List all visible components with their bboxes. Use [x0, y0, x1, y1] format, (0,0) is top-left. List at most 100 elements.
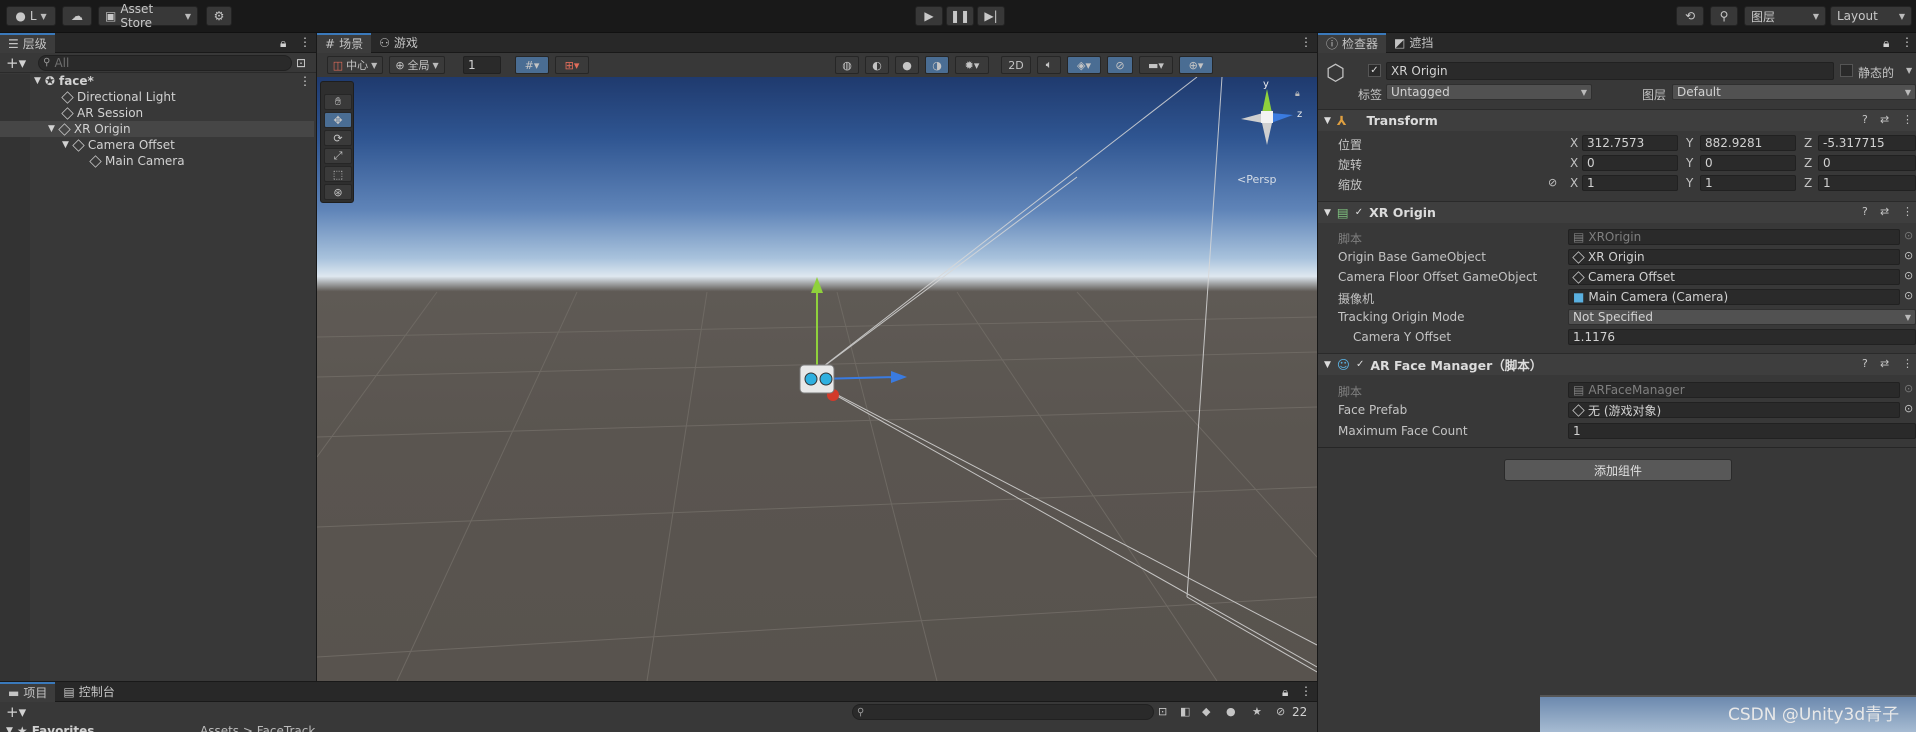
- tab-inspector[interactable]: ⓘ 检查器: [1318, 33, 1387, 53]
- search-filter-icon[interactable]: ⊡: [1158, 705, 1167, 718]
- pause-button[interactable]: ❚❚: [946, 6, 974, 26]
- hierarchy-item-ar-session[interactable]: AR Session: [0, 105, 314, 121]
- tab-scene[interactable]: # 场景: [317, 32, 372, 53]
- object-picker-icon[interactable]: ⊙: [1904, 269, 1913, 282]
- rotation-z-field[interactable]: 0: [1818, 155, 1916, 171]
- shading-shaded-wire-button[interactable]: ◐: [865, 56, 889, 74]
- chevron-down-icon[interactable]: ▼: [1906, 66, 1912, 75]
- effects-button[interactable]: ◈▾: [1067, 56, 1101, 74]
- more-icon[interactable]: ⋮: [299, 74, 311, 88]
- tab-hierarchy[interactable]: ☰ 层级: [0, 32, 55, 53]
- lock-icon[interactable]: 🔒︎: [280, 36, 286, 51]
- origin-base-field[interactable]: XR Origin: [1568, 249, 1900, 265]
- tag-dropdown[interactable]: Untagged ▼: [1386, 84, 1592, 100]
- projection-label[interactable]: <Persp: [1237, 173, 1276, 186]
- mode-2d-button[interactable]: 2D: [1001, 56, 1031, 74]
- add-icon[interactable]: +▾: [6, 703, 26, 721]
- transform-header[interactable]: ▼ ⅄ Transform: [1318, 109, 1916, 131]
- object-picker-icon[interactable]: ⊙: [1904, 402, 1913, 415]
- transform-tool-button[interactable]: ⊛: [324, 184, 352, 200]
- position-x-field[interactable]: 312.7573: [1582, 135, 1678, 151]
- favorites-row[interactable]: ▼ ★ Favorites: [6, 724, 94, 732]
- breadcrumb[interactable]: Assets > FaceTrack: [200, 724, 315, 732]
- tab-console[interactable]: ▤ 控制台: [55, 682, 122, 702]
- scale-tool-button[interactable]: ⤢: [324, 148, 352, 164]
- cloud-button[interactable]: ☁: [62, 6, 92, 26]
- gizmos-button[interactable]: ⊕▾: [1179, 56, 1213, 74]
- project-search-input[interactable]: ⚲: [852, 704, 1154, 720]
- account-button[interactable]: ● L ▼: [6, 6, 56, 26]
- more-icon[interactable]: ⋮: [1300, 684, 1312, 698]
- max-face-count-field[interactable]: 1: [1568, 423, 1916, 439]
- grid-size-input[interactable]: 1: [463, 56, 501, 74]
- step-button[interactable]: ▶|: [977, 6, 1005, 26]
- more-icon[interactable]: ⋮: [1902, 357, 1913, 370]
- object-picker-icon[interactable]: ⊙: [1904, 249, 1913, 262]
- type-filter-icon[interactable]: ◧: [1180, 705, 1190, 718]
- more-icon[interactable]: ⋮: [1902, 113, 1913, 126]
- grid-snap-button[interactable]: #▾: [515, 56, 549, 74]
- orientation-gizmo[interactable]: y z 🔒︎: [1227, 79, 1311, 167]
- position-y-field[interactable]: 882.9281: [1700, 135, 1796, 151]
- xr-origin-header[interactable]: ▼ ▤ ✓ XR Origin: [1318, 201, 1916, 223]
- rect-tool-button[interactable]: ⬚: [324, 166, 352, 182]
- ar-face-manager-header[interactable]: ▼ ☺ ✓ AR Face Manager（脚本）: [1318, 353, 1916, 375]
- object-name-field[interactable]: XR Origin: [1386, 62, 1834, 80]
- increment-snap-button[interactable]: ⊞▾: [555, 56, 589, 74]
- tab-project[interactable]: ▬ 项目: [0, 681, 56, 702]
- link-icon[interactable]: ⊘: [1548, 176, 1557, 189]
- enabled-checkbox[interactable]: ✓: [1355, 207, 1363, 218]
- tracking-origin-mode-dropdown[interactable]: Not Specified ▼: [1568, 309, 1916, 325]
- rotate-tool-button[interactable]: ⟳: [324, 130, 352, 146]
- more-icon[interactable]: ⋮: [1300, 35, 1312, 49]
- eye-slash-icon[interactable]: ⊘: [1276, 705, 1285, 718]
- preset-icon[interactable]: ⇄: [1880, 205, 1889, 218]
- tab-game[interactable]: ⚇ 游戏: [371, 33, 426, 53]
- help-icon[interactable]: ?: [1862, 205, 1868, 218]
- scale-y-field[interactable]: 1: [1700, 175, 1796, 191]
- position-z-field[interactable]: -5.317715: [1818, 135, 1916, 151]
- more-icon[interactable]: ⋮: [1901, 35, 1913, 49]
- shading-lit-button[interactable]: ◑: [925, 56, 949, 74]
- visibility-button[interactable]: ⊘: [1107, 56, 1133, 74]
- audio-toggle-button[interactable]: 🔈︎: [1037, 56, 1061, 74]
- search-filter-icon[interactable]: ⊡: [296, 56, 306, 70]
- shading-unlit-button[interactable]: ●: [895, 56, 919, 74]
- hand-tool-button[interactable]: ✋︎: [324, 94, 352, 110]
- undo-history-button[interactable]: ⟲: [1676, 6, 1704, 26]
- add-icon[interactable]: +▾: [6, 54, 26, 72]
- hierarchy-search-input[interactable]: ⚲ All: [38, 54, 293, 71]
- camera-floor-offset-field[interactable]: Camera Offset: [1568, 269, 1900, 285]
- version-control-button[interactable]: ⚙: [206, 6, 232, 26]
- shading-wireframe-button[interactable]: ◍: [835, 56, 859, 74]
- scene-viewport[interactable]: ✋︎ ✥ ⟳ ⤢ ⬚ ⊛ y z 🔒︎ <Persp: [317, 77, 1317, 681]
- move-tool-button[interactable]: ✥: [324, 112, 352, 128]
- play-button[interactable]: ▶: [915, 6, 943, 26]
- debug-draw-button[interactable]: ✹▾: [955, 56, 989, 74]
- lock-icon[interactable]: 🔒︎: [1282, 685, 1288, 700]
- scene-row[interactable]: ▼ ✪ face* ⋮: [0, 73, 314, 89]
- help-icon[interactable]: ?: [1862, 113, 1868, 126]
- add-component-button[interactable]: 添加组件: [1504, 459, 1732, 481]
- global-dropdown[interactable]: ⊕ 全局 ▼: [389, 56, 445, 74]
- scale-z-field[interactable]: 1: [1818, 175, 1916, 191]
- hierarchy-item-directional-light[interactable]: Directional Light: [0, 89, 314, 105]
- hierarchy-item-main-camera[interactable]: Main Camera: [0, 153, 314, 169]
- tab-occlusion[interactable]: ◩ 遮挡: [1386, 33, 1441, 53]
- rotation-y-field[interactable]: 0: [1700, 155, 1796, 171]
- layout-dropdown[interactable]: Layout ▼: [1830, 6, 1912, 26]
- object-picker-icon[interactable]: ⊙: [1904, 289, 1913, 302]
- hierarchy-item-camera-offset[interactable]: ▼ Camera Offset: [0, 137, 314, 153]
- label-filter-icon[interactable]: ◆: [1202, 705, 1210, 718]
- camera-field[interactable]: ■ Main Camera (Camera): [1568, 289, 1900, 305]
- camera-settings-button[interactable]: ▬▾: [1139, 56, 1173, 74]
- pivot-dropdown[interactable]: ◫ 中心 ▼: [327, 56, 383, 74]
- active-checkbox[interactable]: ✓: [1368, 64, 1381, 77]
- more-icon[interactable]: ⋮: [299, 35, 311, 49]
- layers-dropdown[interactable]: 图层 ▼: [1744, 6, 1826, 26]
- enabled-checkbox[interactable]: ✓: [1356, 359, 1364, 370]
- camera-y-offset-field[interactable]: 1.1176: [1568, 329, 1916, 345]
- scale-x-field[interactable]: 1: [1582, 175, 1678, 191]
- search-button[interactable]: ⚲: [1710, 6, 1738, 26]
- hierarchy-item-xr-origin[interactable]: ▼ XR Origin: [0, 121, 314, 137]
